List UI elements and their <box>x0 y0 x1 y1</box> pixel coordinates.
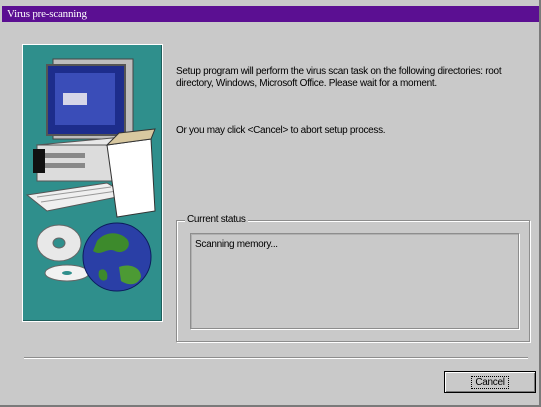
cancel-button-label: Cancel <box>471 375 509 389</box>
setup-message: Setup program will perform the virus sca… <box>176 66 502 89</box>
setup-dialog: Virus pre-scanning Setup program will pe… <box>0 0 541 407</box>
title-bar[interactable]: Virus pre-scanning <box>2 6 539 22</box>
cd-disc-icon <box>36 224 90 282</box>
cancel-button[interactable]: Cancel <box>444 371 536 393</box>
cancel-instruction: Or you may click <Cancel> to abort setup… <box>176 125 386 136</box>
globe-icon <box>82 222 152 292</box>
status-text: Scanning memory... <box>195 239 278 250</box>
computer-icon <box>25 58 156 218</box>
window-title: Virus pre-scanning <box>7 8 87 20</box>
setup-illustration <box>22 44 163 322</box>
separator <box>24 357 528 359</box>
current-status-group: Current status Scanning memory... <box>176 214 530 342</box>
current-status-label: Current status <box>185 214 248 225</box>
status-box: Scanning memory... <box>190 233 519 329</box>
